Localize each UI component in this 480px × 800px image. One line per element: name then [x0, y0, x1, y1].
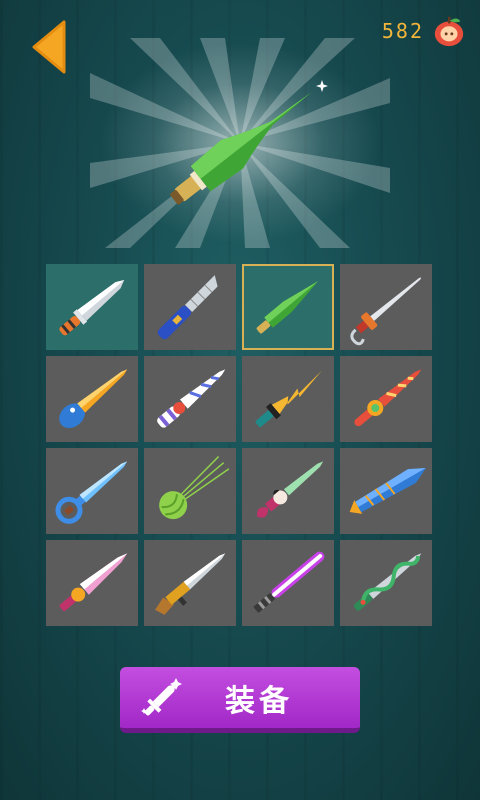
green-spike-knife-icon	[256, 280, 319, 334]
geisha-knife-icon	[257, 461, 324, 518]
rifle-knife-icon	[155, 553, 226, 615]
snake-knife-icon	[354, 553, 422, 611]
knife-slot-rifle[interactable]	[144, 540, 236, 626]
knife-slot-classic[interactable]	[46, 264, 138, 350]
bird-knife-icon	[59, 369, 128, 429]
knife-preview	[90, 38, 390, 248]
coin-counter: 582	[382, 14, 466, 48]
hook-saber-icon	[350, 277, 422, 346]
knife-slot-fish[interactable]	[340, 448, 432, 534]
knife-slot-box-cutter[interactable]	[144, 264, 236, 350]
knife-grid	[46, 264, 436, 626]
pink-dagger-icon	[59, 553, 128, 611]
equip-button[interactable]: 装备	[120, 667, 360, 733]
back-arrow-icon	[32, 20, 66, 74]
back-button[interactable]	[30, 18, 70, 76]
box-cutter-icon	[157, 275, 218, 340]
knife-slot-pink-dagger[interactable]	[46, 540, 138, 626]
knife-slot-yarn-ball[interactable]	[144, 448, 236, 534]
knife-slot-hook-saber[interactable]	[340, 264, 432, 350]
apple-icon	[434, 16, 464, 47]
yarn-ball-knife-icon	[159, 456, 230, 520]
knife-slot-lightning[interactable]	[242, 356, 334, 442]
lightning-knife-icon	[255, 370, 322, 427]
knife-slot-bird[interactable]	[46, 356, 138, 442]
classic-knife-icon	[59, 280, 125, 336]
knife-slot-lightsaber[interactable]	[242, 540, 334, 626]
key-knife-icon	[55, 461, 128, 524]
lightsaber-icon	[253, 551, 325, 613]
equip-button-label: 装备	[225, 683, 293, 719]
lollipop-knife-icon	[354, 369, 422, 427]
sparkling-sword-icon	[141, 677, 182, 715]
knife-slot-green-spike[interactable]	[242, 264, 334, 350]
candy-cane-knife-icon	[157, 369, 226, 428]
knife-slot-lollipop[interactable]	[340, 356, 432, 442]
fish-knife-icon	[349, 468, 426, 514]
knife-slot-snake[interactable]	[340, 540, 432, 626]
knife-slot-key[interactable]	[46, 448, 138, 534]
knife-slot-candy-cane[interactable]	[144, 356, 236, 442]
knife-slot-geisha[interactable]	[242, 448, 334, 534]
